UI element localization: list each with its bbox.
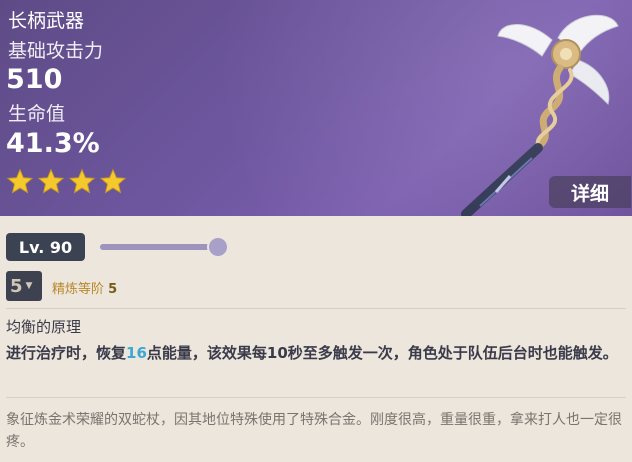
star-icon (37, 168, 65, 194)
star-icon (99, 168, 127, 194)
refinement-level: 5 (108, 282, 118, 297)
refinement-selected-value: 5 (10, 275, 23, 297)
section-divider (6, 397, 626, 398)
chevron-down-icon: ▼ (25, 281, 33, 291)
star-icon (6, 168, 34, 194)
refinement-label: 精炼等阶 5 (52, 278, 117, 297)
refinement-label-text: 精炼等阶 (52, 282, 105, 297)
passive-desc-part2: 点能量，该效果每10秒至多触发一次，角色处于队伍后台时也能触发。 (146, 344, 618, 362)
rarity-stars (6, 168, 127, 196)
level-slider-fill (100, 244, 218, 250)
passive-description: 进行治疗时，恢复16点能量，该效果每10秒至多触发一次，角色处于队伍后台时也能触… (6, 341, 626, 365)
refinement-select[interactable]: 5 ▼ (6, 271, 42, 301)
section-divider (6, 308, 626, 309)
lore-text: 象征炼金术荣耀的双蛇杖，因其地位特殊使用了特殊合金。刚度很高，重量很重，拿来打人… (6, 412, 622, 450)
weapon-header: 长柄武器 基础攻击力 510 生命值 41.3% 详细 (0, 0, 632, 216)
level-badge: Lv. 90 (6, 233, 85, 261)
base-atk-label: 基础攻击力 (8, 40, 104, 62)
secondary-stat-label: 生命值 (8, 103, 66, 125)
star-icon (68, 168, 96, 194)
passive-desc-part1: 进行治疗时，恢复 (6, 344, 127, 362)
passive-desc-highlight: 16 (126, 344, 147, 362)
passive-name: 均衡的原理 (6, 318, 82, 336)
secondary-stat-value: 41.3% (6, 128, 100, 159)
weapon-type: 长柄武器 (8, 10, 85, 32)
base-atk-value: 510 (6, 64, 63, 95)
level-slider-handle[interactable] (207, 236, 229, 258)
detail-button[interactable]: 详细 (549, 176, 631, 208)
